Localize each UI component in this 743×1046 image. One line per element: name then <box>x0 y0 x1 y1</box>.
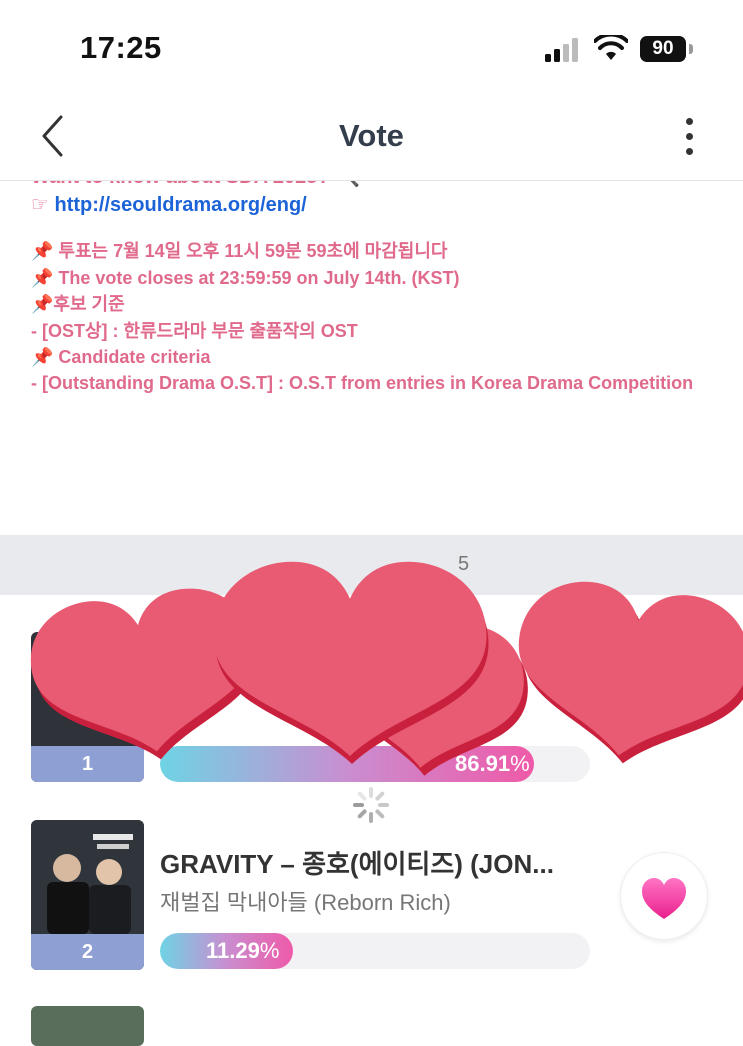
rank-badge: 2 <box>31 934 144 970</box>
vote-progress-bar: 11.29% <box>160 933 590 969</box>
notice-line: 📌 투표는 7월 14일 오후 11시 59분 59초에 마감됩니다 <box>31 241 448 262</box>
status-time: 17:25 <box>80 30 162 65</box>
vote-heart-button[interactable] <box>620 852 708 940</box>
drama-title: 재벌집 막내아들 (Reborn Rich) <box>160 890 451 915</box>
drama-title: 용감 <box>160 705 201 730</box>
vote-progress-bar: 86.91% <box>160 746 590 782</box>
seouldrama-link[interactable]: http://seouldrama.org/eng/ <box>55 194 307 216</box>
top-navigation-bar: Vote <box>0 100 743 181</box>
drama-poster-art <box>31 820 144 934</box>
loading-spinner-icon <box>353 787 389 823</box>
album-thumbnail: 2 <box>31 820 144 970</box>
notice-link-line: ☞ http://seouldrama.org/eng/ <box>31 192 721 218</box>
notice-gap <box>31 218 721 238</box>
notice-line: - [OST상] : 한류드라마 부문 출품작의 OST <box>31 320 358 341</box>
rank-badge: 1 <box>31 746 144 782</box>
section-divider-band: 5 <box>0 535 743 595</box>
notice-line: 📌후보 기준 <box>31 294 125 315</box>
vote-percent: 11.29% <box>206 938 280 963</box>
notice-line: - [Outstanding Drama O.S.T] : O.S.T from… <box>31 373 694 394</box>
status-bar: 17:25 90 <box>0 0 743 100</box>
signal-icon <box>545 38 578 62</box>
battery-tip <box>689 44 693 54</box>
wifi-icon <box>594 35 628 60</box>
album-thumbnail <box>31 1006 144 1046</box>
band-text: 5 <box>458 553 470 575</box>
vote-notice: Want to know about SDA 2023? 🔍 ☞ http://… <box>31 160 721 397</box>
page-title: Vote <box>339 118 404 153</box>
pointing-hand-icon: ☞ <box>31 194 55 216</box>
album-thumbnail: 1 <box>31 632 144 782</box>
battery-icon: 90 <box>640 36 686 62</box>
notice-line: 📌 Candidate criteria <box>31 347 211 368</box>
vote-percent: 86.91% <box>455 751 530 776</box>
notice-line: 📌 The vote closes at 23:59:59 on July 14… <box>31 267 460 288</box>
song-title: GRAVITY – 종호(에이티즈) (JON... <box>160 849 554 879</box>
heart-icon <box>642 878 686 919</box>
more-vertical-icon[interactable] <box>670 114 710 160</box>
